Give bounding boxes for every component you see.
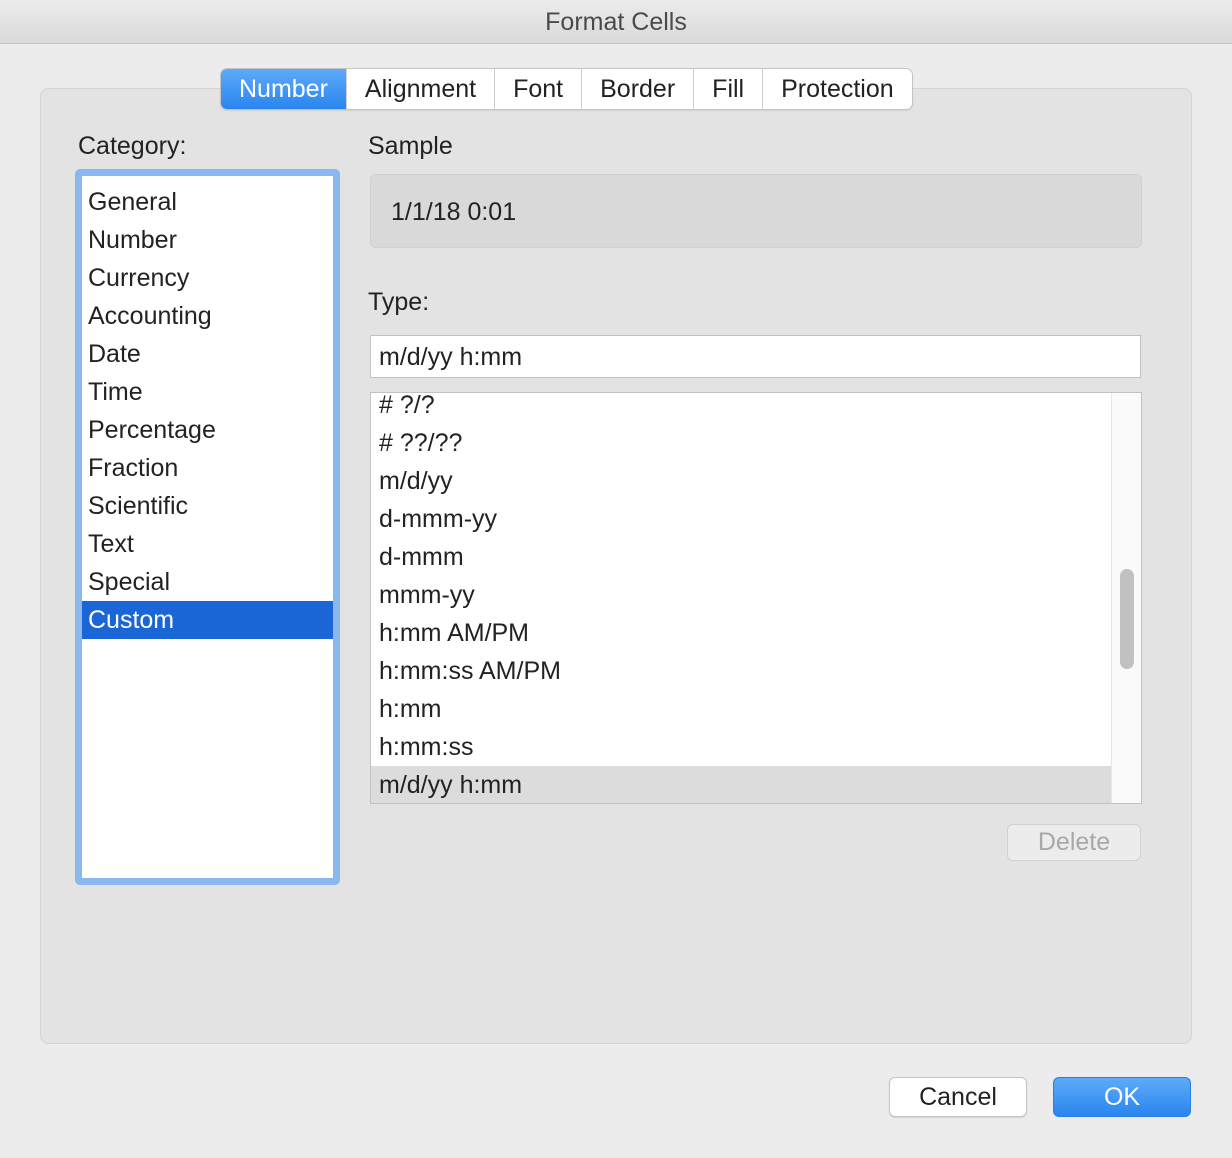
tab-alignment[interactable]: Alignment: [345, 69, 494, 109]
category-item[interactable]: Percentage: [82, 411, 333, 449]
format-item[interactable]: # ?/?: [371, 393, 1111, 424]
format-item[interactable]: d-mmm-yy: [371, 500, 1111, 538]
format-item[interactable]: m/d/yy: [371, 462, 1111, 500]
format-item[interactable]: h:mm AM/PM: [371, 614, 1111, 652]
format-item[interactable]: # ??/??: [371, 424, 1111, 462]
format-item[interactable]: h:mm:ss AM/PM: [371, 652, 1111, 690]
tab-protection[interactable]: Protection: [762, 69, 912, 109]
tab-bar: Number Alignment Font Border Fill Protec…: [220, 68, 913, 110]
category-item[interactable]: Date: [82, 335, 333, 373]
category-item[interactable]: Text: [82, 525, 333, 563]
category-item[interactable]: Accounting: [82, 297, 333, 335]
category-item[interactable]: Currency: [82, 259, 333, 297]
delete-button[interactable]: Delete: [1007, 824, 1141, 861]
type-input[interactable]: m/d/yy h:mm: [370, 335, 1141, 378]
ok-button[interactable]: OK: [1053, 1077, 1191, 1117]
category-item[interactable]: Time: [82, 373, 333, 411]
cancel-button[interactable]: Cancel: [889, 1077, 1027, 1117]
format-item[interactable]: mmm-yy: [371, 576, 1111, 614]
format-list-scroll-thumb[interactable]: [1120, 569, 1134, 669]
sample-preview: 1/1/18 0:01: [370, 174, 1142, 248]
format-item[interactable]: h:mm:ss: [371, 728, 1111, 766]
category-item[interactable]: Special: [82, 563, 333, 601]
category-list[interactable]: General Number Currency Accounting Date Time P…: [82, 176, 333, 878]
category-item[interactable]: Custom: [82, 601, 333, 639]
category-item[interactable]: General: [82, 183, 333, 221]
format-list[interactable]: # ?/? # ??/?? m/d/yy d-mmm-yy d-mmm mmm-yy h:m…: [370, 392, 1142, 804]
category-item[interactable]: Number: [82, 221, 333, 259]
tab-fill[interactable]: Fill: [693, 69, 762, 109]
tab-border[interactable]: Border: [581, 69, 693, 109]
category-list-focus-ring: General Number Currency Accounting Date Time P…: [75, 169, 340, 885]
category-label: Category:: [78, 132, 187, 160]
category-item[interactable]: Fraction: [82, 449, 333, 487]
format-item[interactable]: h:mm: [371, 690, 1111, 728]
window-title: Format Cells: [0, 0, 1232, 44]
format-list-scrollbar[interactable]: [1111, 393, 1141, 803]
format-item[interactable]: m/d/yy h:mm: [371, 766, 1111, 803]
tab-font[interactable]: Font: [494, 69, 581, 109]
type-label: Type:: [368, 288, 430, 316]
format-item[interactable]: d-mmm: [371, 538, 1111, 576]
tab-number[interactable]: Number: [221, 69, 346, 109]
sample-label: Sample: [368, 132, 453, 160]
category-item[interactable]: Scientific: [82, 487, 333, 525]
